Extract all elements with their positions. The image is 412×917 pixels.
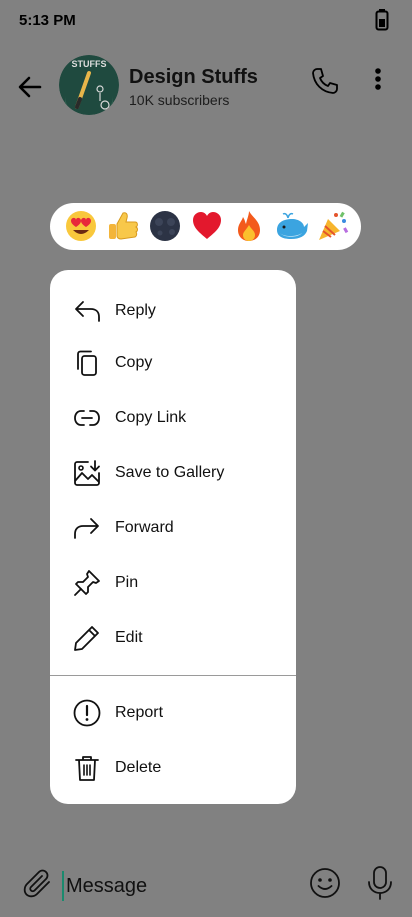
menu-label: Pin <box>115 574 139 591</box>
menu-item-pin[interactable]: Pin <box>50 560 296 606</box>
channel-avatar[interactable]: STUFFS <box>59 55 119 115</box>
back-arrow-icon[interactable] <box>14 71 46 103</box>
menu-label: Copy <box>115 354 153 371</box>
message-composer <box>0 855 412 917</box>
menu-item-delete[interactable]: Delete <box>50 745 296 791</box>
fire-emoji[interactable] <box>232 209 266 243</box>
pin-icon <box>74 570 100 596</box>
link-icon <box>74 410 100 426</box>
menu-item-copy[interactable]: Copy <box>50 340 296 386</box>
whale-emoji[interactable] <box>274 209 308 243</box>
battery-icon <box>375 9 389 31</box>
menu-divider <box>50 675 296 676</box>
phone-icon[interactable] <box>309 65 341 97</box>
party-popper-emoji[interactable] <box>316 209 350 243</box>
trash-icon <box>75 756 99 781</box>
menu-item-save-to-gallery[interactable]: Save to Gallery <box>50 450 296 496</box>
menu-item-report[interactable]: Report <box>50 690 296 736</box>
message-input[interactable] <box>62 871 298 901</box>
red-heart-emoji[interactable] <box>190 209 224 243</box>
pencil-icon <box>74 626 99 651</box>
menu-label: Delete <box>115 759 162 776</box>
menu-label: Forward <box>115 519 174 536</box>
report-icon <box>73 699 101 727</box>
subscriber-count: 10K subscribers <box>129 92 230 108</box>
smiley-icon[interactable] <box>308 866 342 900</box>
chat-header: STUFFS Design Stuffs 10K subscribers <box>0 42 412 122</box>
menu-item-forward[interactable]: Forward <box>50 505 296 551</box>
forward-icon <box>74 518 99 539</box>
heart-eyes-emoji[interactable] <box>64 209 98 243</box>
menu-item-edit[interactable]: Edit <box>50 615 296 661</box>
menu-label: Report <box>115 704 164 721</box>
more-vert-icon[interactable] <box>368 65 388 97</box>
menu-label: Copy Link <box>115 409 187 426</box>
copy-icon <box>77 350 97 376</box>
avatar-text: STUFFS <box>72 59 107 69</box>
status-bar: 5:13 PM <box>0 0 412 42</box>
paperclip-icon[interactable] <box>22 867 54 899</box>
status-time: 5:13 PM <box>19 12 76 29</box>
reply-icon <box>75 301 100 322</box>
thumbs-up-emoji[interactable] <box>106 209 140 243</box>
message-context-menu: Reply Copy Copy Link Save to Gallery For… <box>50 270 296 804</box>
new-moon-face-emoji[interactable] <box>148 209 182 243</box>
reaction-bar <box>50 203 361 250</box>
channel-name[interactable]: Design Stuffs <box>129 66 258 89</box>
save-gallery-icon <box>74 460 100 486</box>
menu-label: Reply <box>115 302 156 319</box>
menu-item-copy-link[interactable]: Copy Link <box>50 395 296 441</box>
menu-item-reply[interactable]: Reply <box>50 288 296 334</box>
menu-label: Edit <box>115 629 143 646</box>
menu-label: Save to Gallery <box>115 464 225 481</box>
microphone-icon[interactable] <box>366 865 394 901</box>
